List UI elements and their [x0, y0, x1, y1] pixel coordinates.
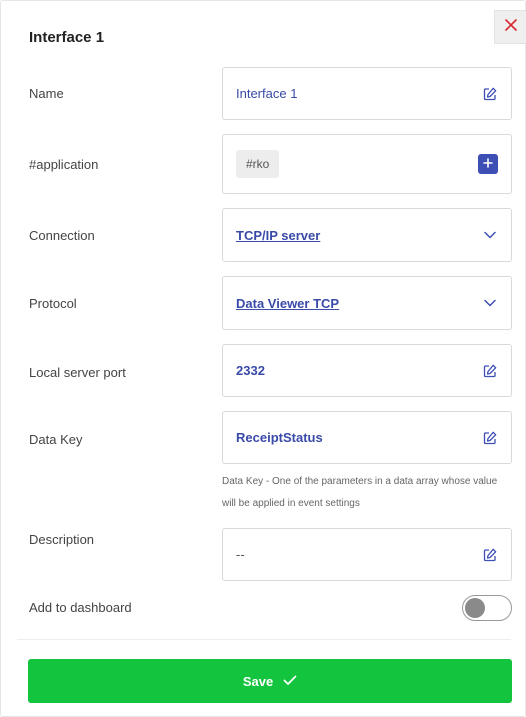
application-tag: #rko — [236, 150, 280, 178]
toggle-knob — [465, 598, 485, 618]
name-value: Interface 1 — [236, 86, 298, 101]
data-key-label: Data Key — [29, 432, 83, 447]
name-label: Name — [29, 86, 64, 101]
edit-icon[interactable] — [482, 363, 498, 379]
data-key-field[interactable]: ReceiptStatus — [222, 411, 512, 464]
interface-dialog: Interface 1 Name Interface 1 #applicatio… — [0, 0, 526, 717]
chevron-down-icon — [482, 295, 498, 311]
check-icon — [283, 674, 297, 689]
connection-select[interactable]: TCP/IP server — [222, 208, 512, 262]
footer-divider — [17, 639, 511, 640]
description-value: -- — [236, 547, 245, 562]
port-value: 2332 — [236, 363, 265, 378]
dashboard-label: Add to dashboard — [29, 600, 132, 615]
application-field[interactable]: #rko — [222, 134, 512, 194]
data-key-value: ReceiptStatus — [236, 430, 323, 445]
chevron-down-icon — [482, 227, 498, 243]
description-label: Description — [29, 532, 95, 547]
save-label: Save — [242, 673, 274, 689]
port-label: Local server port — [29, 365, 126, 380]
plus-icon — [483, 155, 493, 173]
add-tag-button[interactable] — [478, 154, 498, 174]
description-field[interactable]: -- — [222, 528, 512, 581]
data-key-hint: Data Key - One of the parameters in a da… — [222, 476, 498, 509]
connection-label: Connection — [29, 228, 95, 243]
name-field[interactable]: Interface 1 — [222, 67, 512, 120]
protocol-select[interactable]: Data Viewer TCP — [222, 276, 512, 330]
dialog-title: Interface 1 — [29, 29, 105, 46]
application-label: #application — [29, 157, 99, 172]
edit-icon[interactable] — [482, 86, 498, 102]
dashboard-toggle[interactable] — [462, 595, 512, 621]
protocol-value: Data Viewer TCP — [236, 295, 340, 311]
close-icon — [504, 18, 517, 36]
close-button[interactable] — [494, 10, 526, 44]
edit-icon[interactable] — [482, 430, 498, 446]
connection-value: TCP/IP server — [236, 227, 321, 243]
edit-icon[interactable] — [482, 547, 498, 563]
save-button[interactable]: Save — [28, 659, 512, 703]
protocol-label: Protocol — [29, 296, 77, 311]
port-field[interactable]: 2332 — [222, 344, 512, 397]
